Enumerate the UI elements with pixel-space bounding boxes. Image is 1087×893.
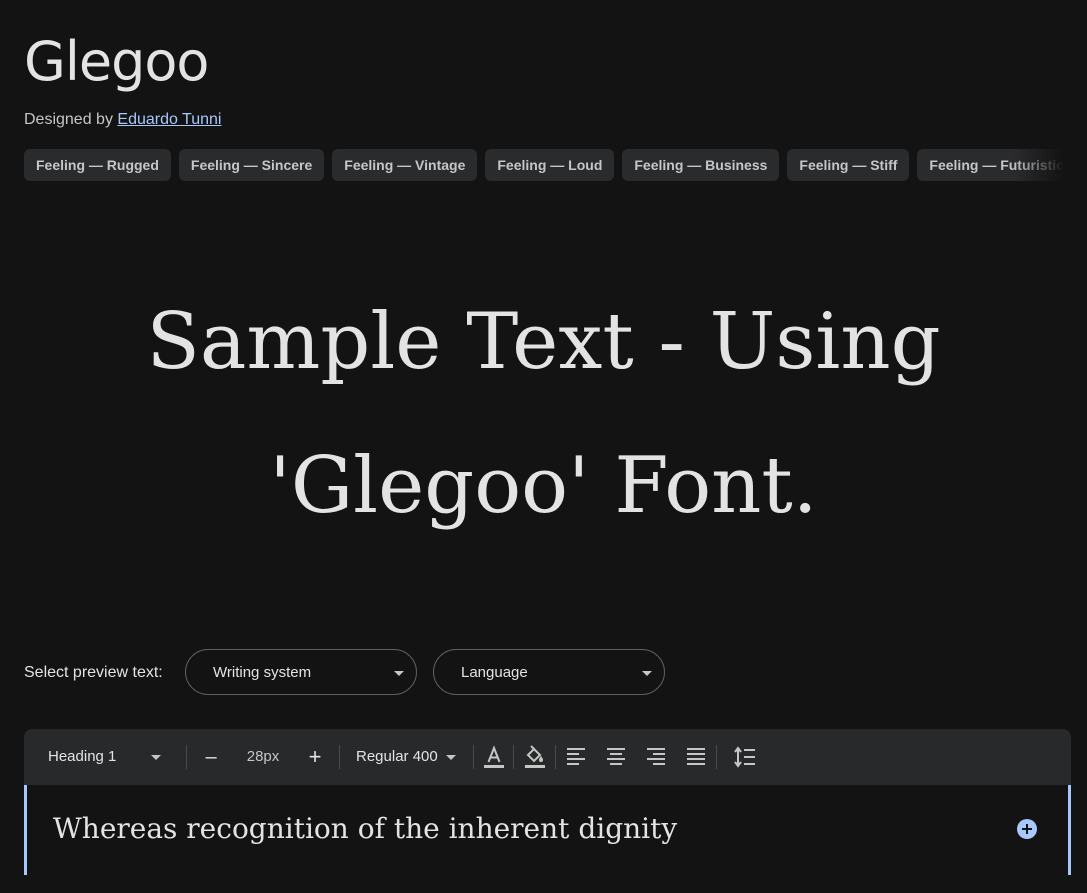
- font-specimen-page: Glegoo Designed by Eduardo Tunni Feeling…: [0, 0, 1087, 893]
- font-title: Glegoo: [24, 30, 209, 93]
- language-value: Language: [461, 664, 528, 681]
- align-left-icon[interactable]: [562, 743, 590, 771]
- language-select[interactable]: Language: [433, 649, 665, 695]
- tag-chip-business[interactable]: Feeling — Business: [622, 149, 780, 181]
- writing-system-value: Writing system: [213, 664, 312, 681]
- line-height-icon[interactable]: [731, 743, 759, 771]
- designer-link[interactable]: Eduardo Tunni: [117, 111, 221, 128]
- text-color-icon[interactable]: [480, 743, 508, 771]
- text-editor[interactable]: Whereas recognition of the inherent dign…: [24, 785, 1071, 875]
- tag-list: Feeling — Rugged Feeling — Sincere Feeling…: [24, 149, 1064, 181]
- font-weight-select[interactable]: Regular 400: [356, 729, 466, 785]
- toolbar-divider: [473, 745, 474, 769]
- align-justify-icon[interactable]: [682, 743, 710, 771]
- editor-toolbar: Heading 1 – 28px + Regular 400: [24, 729, 1071, 785]
- designer-line: Designed by Eduardo Tunni: [24, 110, 221, 130]
- toolbar-divider: [513, 745, 514, 769]
- add-circle-icon[interactable]: [1017, 819, 1037, 839]
- sample-text-preview: Sample Text - Using 'Glegoo' Font.: [0, 270, 1087, 558]
- sample-text-line: 'Glegoo' Font.: [269, 441, 818, 531]
- chevron-down-icon: [394, 671, 404, 676]
- designed-by-label: Designed by: [24, 111, 113, 128]
- text-style-select[interactable]: Heading 1: [48, 729, 178, 785]
- align-center-icon[interactable]: [602, 743, 630, 771]
- highlight-color-icon[interactable]: [521, 743, 549, 771]
- tag-chip-sincere[interactable]: Feeling — Sincere: [178, 149, 325, 181]
- font-weight-value: Regular 400: [356, 748, 438, 765]
- chevron-down-icon: [642, 671, 652, 676]
- tag-chip-stiff[interactable]: Feeling — Stiff: [787, 149, 910, 181]
- editor-text[interactable]: Whereas recognition of the inherent dign…: [53, 809, 677, 849]
- preview-text-label: Select preview text:: [24, 664, 163, 681]
- chevron-down-icon: [446, 755, 456, 760]
- toolbar-divider: [339, 745, 340, 769]
- tag-chip-rugged[interactable]: Feeling — Rugged: [24, 149, 171, 181]
- toolbar-divider: [186, 745, 187, 769]
- toolbar-divider: [555, 745, 556, 769]
- tag-chip-futuristic[interactable]: Feeling — Futuristic: [917, 149, 1064, 181]
- chevron-down-icon: [151, 755, 161, 760]
- writing-system-select[interactable]: Writing system: [185, 649, 417, 695]
- text-style-value: Heading 1: [48, 748, 117, 765]
- sample-text-line: Sample Text - Using: [146, 297, 941, 387]
- toolbar-divider: [716, 745, 717, 769]
- decrease-size-button[interactable]: –: [200, 729, 222, 785]
- tag-chip-loud[interactable]: Feeling — Loud: [485, 149, 615, 181]
- increase-size-button[interactable]: +: [304, 729, 326, 785]
- font-size-value[interactable]: 28px: [242, 729, 284, 785]
- align-right-icon[interactable]: [642, 743, 670, 771]
- tag-chip-vintage[interactable]: Feeling — Vintage: [332, 149, 478, 181]
